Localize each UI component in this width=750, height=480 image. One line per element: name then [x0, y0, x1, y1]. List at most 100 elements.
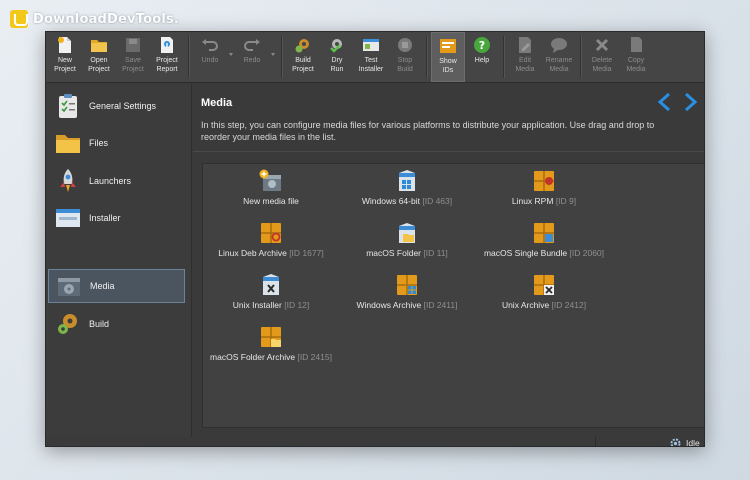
- media-name: Unix Installer: [232, 300, 282, 310]
- macos-folder-icon: [395, 221, 419, 245]
- media-name: New media file: [243, 196, 299, 206]
- unix-installer-icon: [259, 273, 283, 297]
- media-item-new[interactable]: New media file: [196, 169, 346, 211]
- new-project-button[interactable]: New Project: [48, 32, 82, 82]
- media-id: [ID 11]: [423, 248, 448, 258]
- toolbar: New Project Open Project Save Project Pr…: [46, 32, 704, 83]
- toolbar-separator: [188, 36, 189, 78]
- macos-archive-icon: [259, 325, 283, 349]
- status-divider: [595, 436, 596, 446]
- sidebar-item-build[interactable]: Build: [48, 307, 185, 341]
- media-item-unix-archive[interactable]: Unix Archive [ID 2412]: [469, 273, 619, 315]
- test-installer-button[interactable]: Test Installer: [354, 32, 388, 82]
- delete-media-button[interactable]: Delete Media: [585, 32, 619, 82]
- test-installer-icon: [362, 36, 380, 54]
- help-button[interactable]: ? Help: [465, 32, 499, 82]
- media-item-macos-folder-archive[interactable]: macOS Folder Archive [ID 2415]: [196, 325, 346, 367]
- media-name: Unix Archive: [501, 300, 550, 310]
- folder-icon: [54, 129, 82, 157]
- media-item-linux-deb[interactable]: Linux Deb Archive [ID 1677]: [196, 221, 346, 263]
- edit-icon: [516, 36, 534, 54]
- edit-media-button[interactable]: Edit Media: [508, 32, 542, 82]
- page-title: Media: [201, 97, 233, 109]
- back-arrow-icon[interactable]: [656, 92, 672, 112]
- main-content: Media In this step, you can configure me…: [193, 84, 704, 437]
- divider: [193, 151, 704, 152]
- media-name: macOS Folder Archive: [210, 352, 296, 362]
- media-id: [ID 2060]: [569, 248, 605, 258]
- folder-icon: [90, 36, 108, 54]
- sidebar-item-media[interactable]: Media: [48, 269, 185, 303]
- build-gear-icon: [294, 36, 312, 54]
- app-window: New Project Open Project Save Project Pr…: [45, 31, 705, 447]
- show-ids-icon: [439, 37, 457, 55]
- media-name: Windows 64-bit: [361, 196, 420, 206]
- media-name: Linux Deb Archive: [218, 248, 287, 258]
- new-project-icon: [56, 36, 74, 54]
- project-report-button[interactable]: Project Report: [150, 32, 184, 82]
- build-gears-icon: [54, 310, 82, 338]
- rename-media-button[interactable]: Rename Media: [542, 32, 576, 82]
- status-text: Idle: [686, 438, 700, 447]
- media-name: Linux RPM: [511, 196, 554, 206]
- toolbar-separator: [580, 36, 581, 78]
- sidebar-item-general-settings[interactable]: General Settings: [48, 89, 185, 123]
- copy-media-button[interactable]: Copy Media: [619, 32, 653, 82]
- rocket-icon: [54, 167, 82, 195]
- media-box-icon: [55, 272, 83, 300]
- stop-build-button[interactable]: Stop Build: [388, 32, 422, 82]
- media-id: [ID 12]: [284, 300, 310, 310]
- new-media-icon: [259, 169, 283, 193]
- media-id: [ID 1677]: [289, 248, 324, 258]
- windows-installer-icon: [395, 169, 419, 193]
- unix-archive-icon: [532, 273, 556, 297]
- media-item-unix-installer[interactable]: Unix Installer [ID 12]: [196, 273, 346, 315]
- media-item-windows-64[interactable]: Windows 64-bit [ID 463]: [332, 169, 482, 211]
- installer-window-icon: [54, 204, 82, 232]
- redo-dropdown-arrow[interactable]: [269, 32, 277, 82]
- deb-package-icon: [259, 221, 283, 245]
- build-project-button[interactable]: Build Project: [286, 32, 320, 82]
- open-project-button[interactable]: Open Project: [82, 32, 116, 82]
- redo-button[interactable]: Redo: [235, 32, 269, 82]
- media-id: [ID 2415]: [297, 352, 332, 362]
- media-item-macos-bundle[interactable]: macOS Single Bundle [ID 2060]: [469, 221, 619, 263]
- media-name: macOS Folder: [366, 248, 421, 258]
- page-description: In this step, you can configure media fi…: [201, 120, 655, 142]
- delete-icon: [593, 36, 611, 54]
- undo-dropdown-arrow[interactable]: [227, 32, 235, 82]
- dry-run-gear-icon: [328, 36, 346, 54]
- undo-button[interactable]: Undo: [193, 32, 227, 82]
- help-icon: ?: [473, 36, 491, 54]
- sidebar-item-installer[interactable]: Installer: [48, 201, 185, 235]
- sidebar-item-launchers[interactable]: Launchers: [48, 164, 185, 198]
- copy-icon: [627, 36, 645, 54]
- save-icon: [124, 36, 142, 54]
- media-list[interactable]: New media file Windows 64-bit [ID 463] L…: [202, 163, 704, 428]
- svg-text:?: ?: [479, 39, 485, 52]
- rename-icon: [550, 36, 568, 54]
- watermark-text: DownloadDevTools.: [33, 11, 180, 27]
- show-ids-button[interactable]: Show IDs: [431, 32, 465, 82]
- toolbar-separator: [503, 36, 504, 78]
- undo-icon: [201, 36, 219, 54]
- media-item-windows-archive[interactable]: Windows Archive [ID 2411]: [332, 273, 482, 315]
- macos-bundle-icon: [532, 221, 556, 245]
- checklist-icon: [54, 92, 82, 120]
- watermark: DownloadDevTools.: [10, 9, 179, 29]
- rpm-package-icon: [532, 169, 556, 193]
- media-id: [ID 2412]: [551, 300, 587, 310]
- media-id: [ID 463]: [422, 196, 453, 206]
- media-item-macos-folder[interactable]: macOS Folder [ID 11]: [332, 221, 482, 263]
- forward-arrow-icon[interactable]: [683, 92, 699, 112]
- dry-run-button[interactable]: Dry Run: [320, 32, 354, 82]
- sidebar: General Settings Files Launchers Install…: [46, 84, 192, 437]
- media-item-linux-rpm[interactable]: Linux RPM [ID 9]: [469, 169, 619, 211]
- status-indicator: Idle: [670, 437, 700, 447]
- media-name: Windows Archive: [356, 300, 422, 310]
- save-project-button[interactable]: Save Project: [116, 32, 150, 82]
- stop-icon: [396, 36, 414, 54]
- watermark-logo-icon: [10, 10, 28, 28]
- gear-status-icon: [670, 438, 681, 446]
- sidebar-item-files[interactable]: Files: [48, 126, 185, 160]
